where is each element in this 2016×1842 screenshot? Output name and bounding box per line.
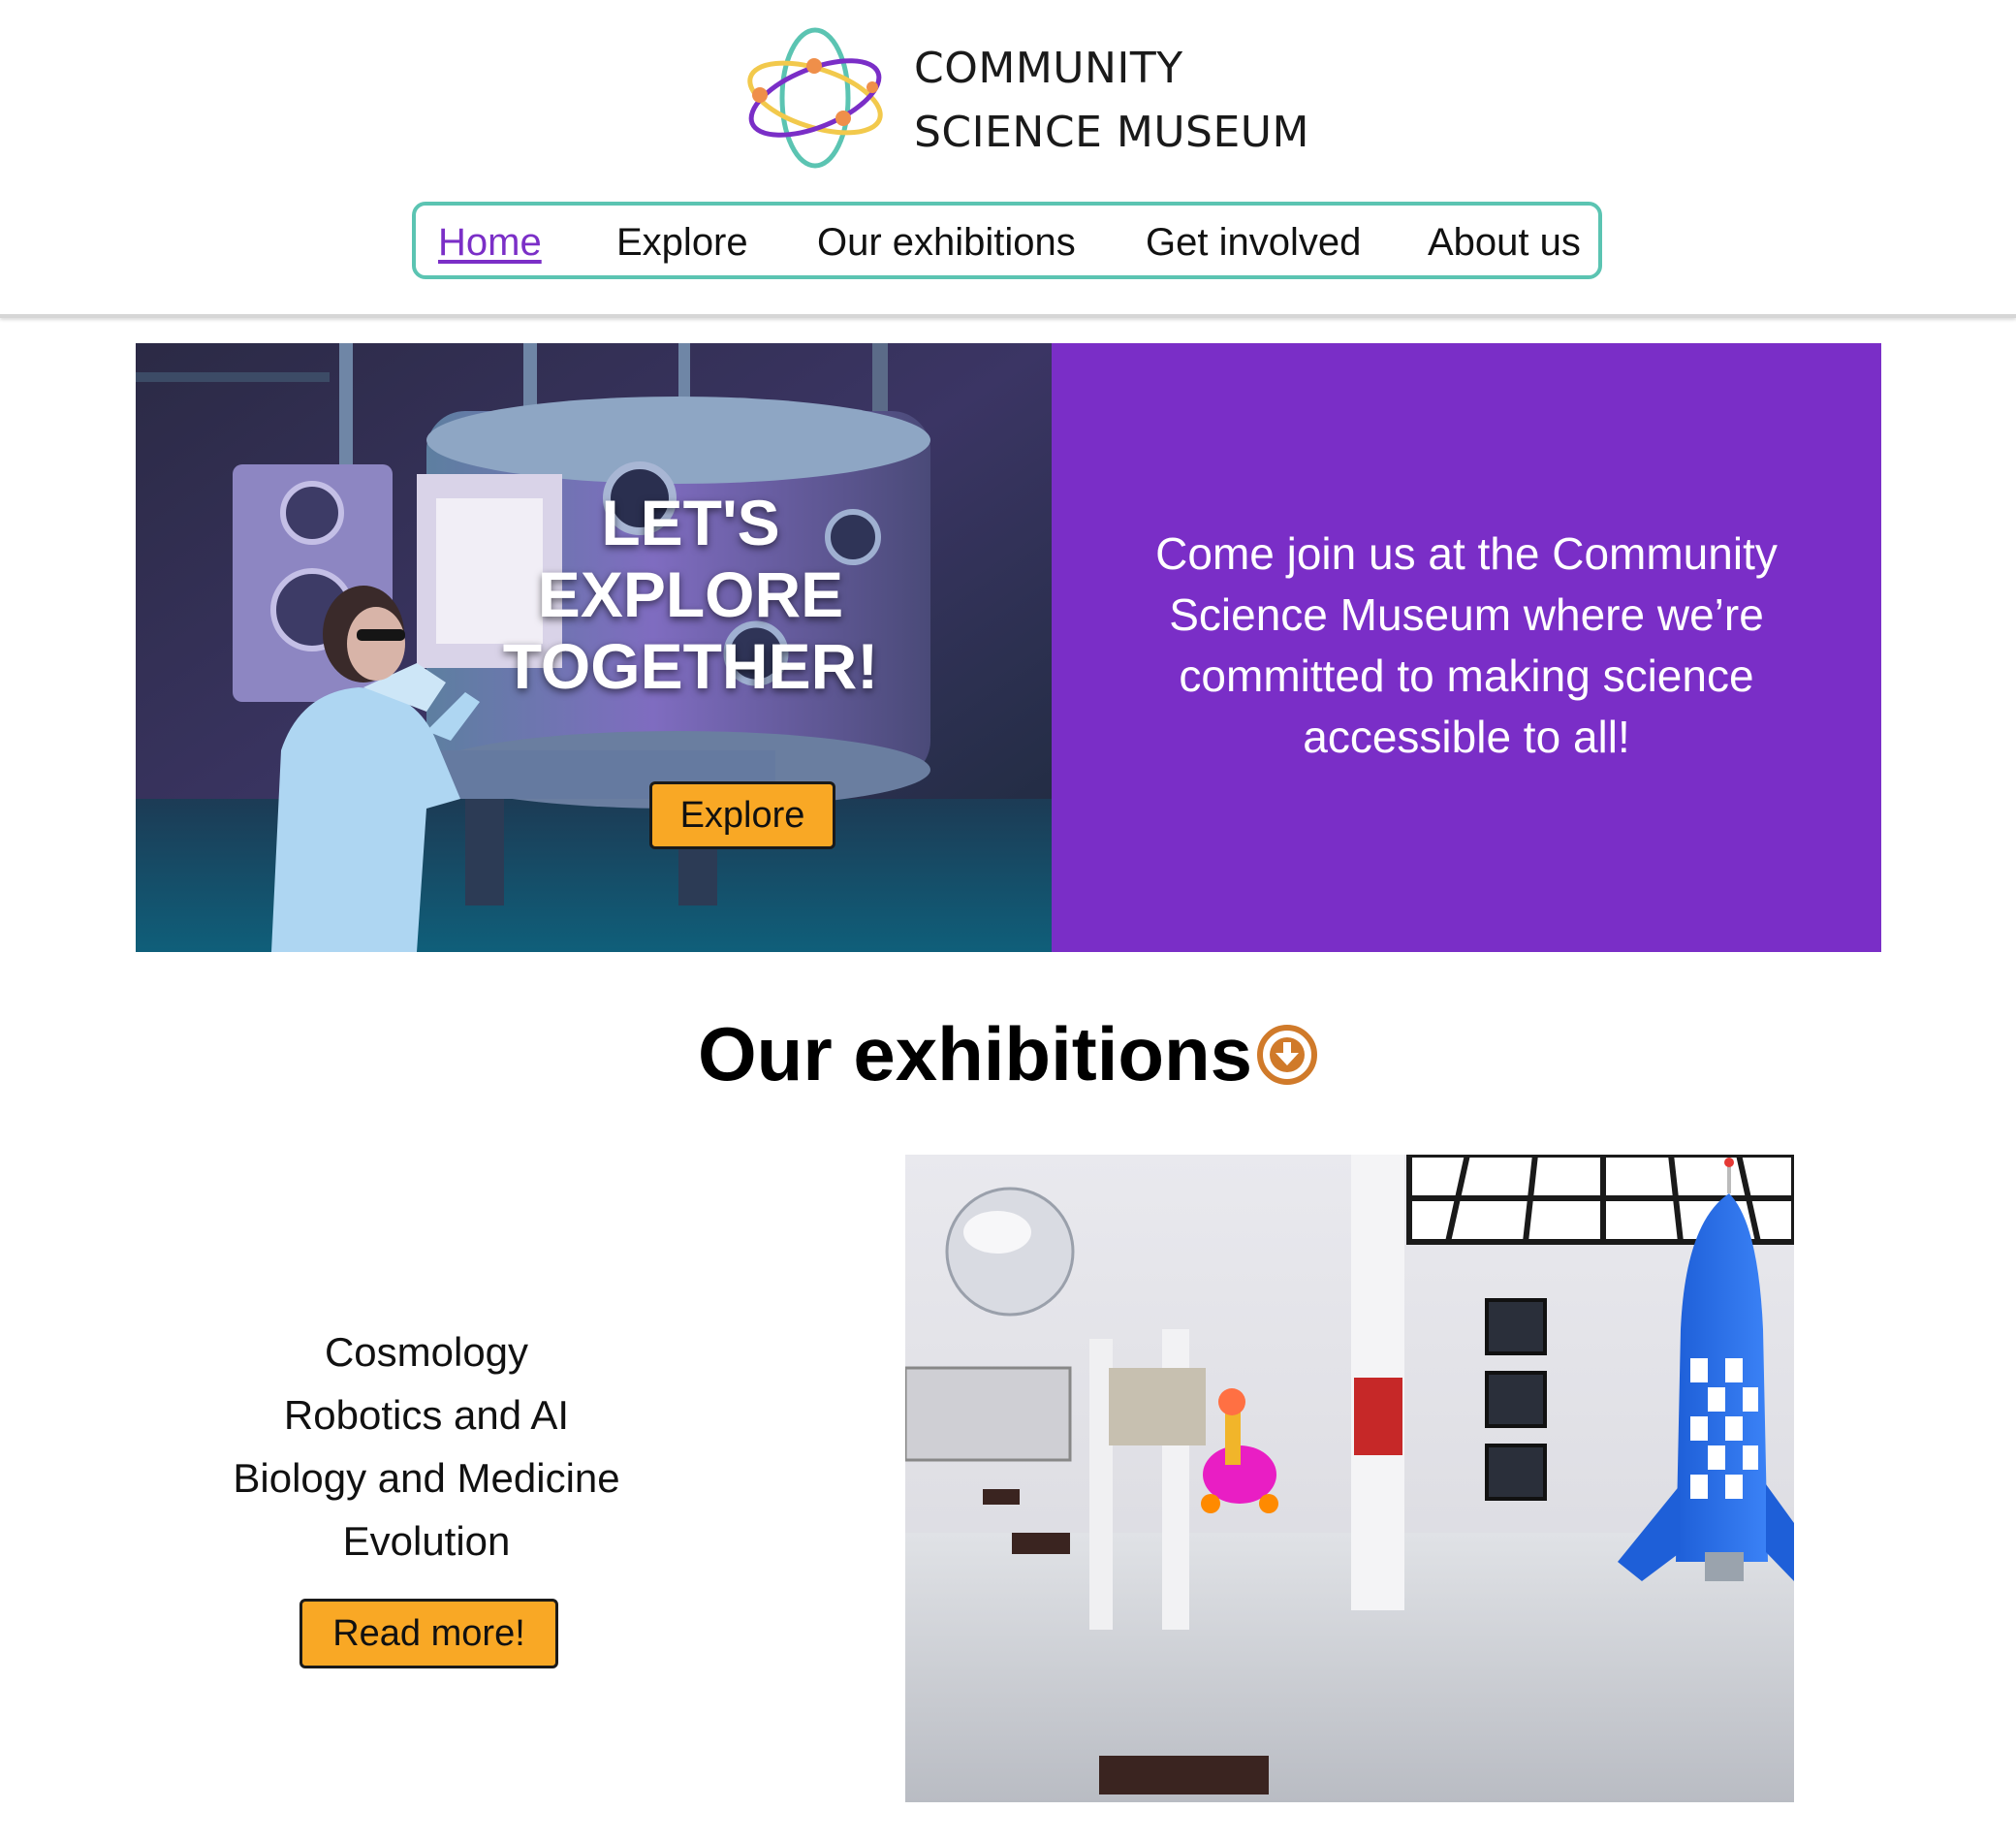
hero-title: LET'S EXPLORE TOGETHER! [136, 487, 1052, 702]
hero-title-line3: TOGETHER! [502, 630, 879, 702]
hero-intro-panel: Come join us at the Community Science Mu… [1052, 343, 1881, 952]
header-divider [0, 314, 2016, 318]
site-name: COMMUNITY SCIENCE MUSEUM [914, 37, 1309, 165]
site-name-line2: SCIENCE MUSEUM [914, 108, 1309, 157]
hero-title-line1: LET'S [601, 487, 780, 558]
exhibitions-list: Cosmology Robotics and AI Biology and Me… [194, 1320, 659, 1572]
arrow-down-circle-icon[interactable] [1255, 1023, 1319, 1087]
exhibition-gallery-image [905, 1155, 1794, 1802]
nav-item-get-involved[interactable]: Get involved [1146, 221, 1361, 264]
site-name-line1: COMMUNITY [914, 44, 1183, 93]
exhibitions-heading: Our exhibitions [698, 1011, 1253, 1096]
exhibition-item-cosmology: Cosmology [324, 1329, 529, 1375]
exhibition-item-evolution: Evolution [342, 1518, 511, 1564]
site-logo[interactable]: COMMUNITY SCIENCE MUSEUM [744, 23, 1308, 169]
main-nav: Home Explore Our exhibitions Get involve… [412, 202, 1602, 279]
nav-item-explore[interactable]: Explore [616, 221, 748, 264]
exhibition-item-biology: Biology and Medicine [233, 1455, 620, 1501]
nav-item-our-exhibitions[interactable]: Our exhibitions [817, 221, 1076, 264]
atom-orbit-icon [747, 27, 883, 169]
hero-title-line2: EXPLORE [537, 558, 844, 630]
explore-button[interactable]: Explore [649, 781, 835, 849]
read-more-button[interactable]: Read more! [299, 1599, 558, 1668]
nav-item-about-us[interactable]: About us [1428, 221, 1581, 264]
hero-intro-text: Come join us at the Community Science Mu… [1155, 528, 1778, 762]
exhibition-item-robotics: Robotics and AI [283, 1392, 570, 1438]
nav-item-home[interactable]: Home [438, 221, 542, 264]
